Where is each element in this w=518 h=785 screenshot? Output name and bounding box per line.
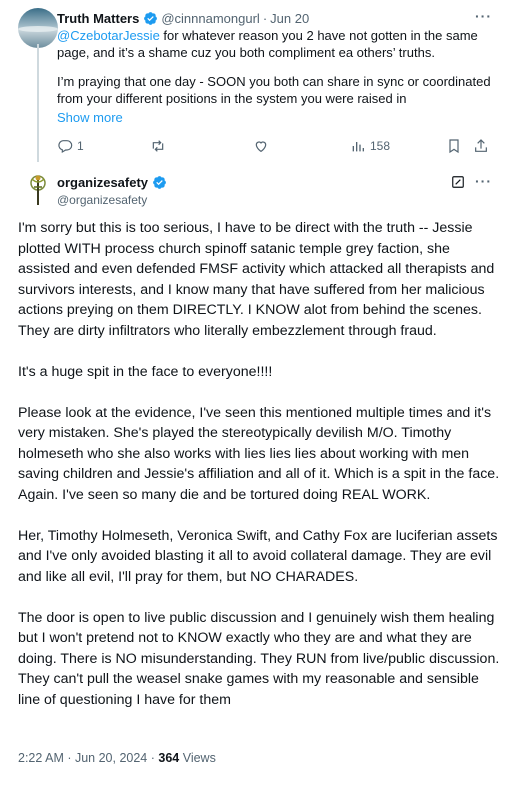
bookmark-icon [449,139,459,154]
bookmark-button[interactable] [446,137,462,155]
reply-author-handle[interactable]: @cinnnamongurl [161,11,259,26]
show-more-link[interactable]: Show more [57,110,123,125]
reply-avatar[interactable] [18,8,58,48]
post-paragraph: Please look at the evidence, I've seen t… [18,404,500,503]
reply-header: Truth Matters @cinnnamongurl · Jun 20 [57,10,309,26]
post-more-options-icon[interactable]: ··· [475,173,492,189]
edit-icon[interactable] [451,175,465,189]
views-button[interactable]: 158 [350,137,390,155]
repost-button[interactable] [150,137,166,155]
reply-button[interactable]: 1 [57,137,84,155]
post-author-row: organizesafety [57,175,170,190]
reply-action-bar: 1 158 [57,137,497,157]
reply-more-options-icon[interactable]: ··· [475,8,492,24]
post-paragraph: It's a huge spit in the face to everyone… [18,363,273,380]
post-paragraph: The door is open to live public discussi… [18,609,500,708]
parent-tweet[interactable]: Truth Matters @cinnnamongurl · Jun 20 ··… [0,0,518,165]
post-author-name[interactable]: organizesafety [57,175,148,190]
reply-views-count: 158 [370,139,391,153]
reply-date[interactable]: Jun 20 [270,11,309,26]
organizesafety-avatar[interactable] [22,173,54,207]
post-meta: 2:22 AM · Jun 20, 2024 · 364 Views [18,751,216,765]
post-author-handle[interactable]: @organizesafety [57,193,147,207]
verified-badge-icon [144,11,158,25]
share-icon [475,139,487,152]
views-icon [352,142,364,152]
post-paragraph: Her, Timothy Holmeseth, Veronica Swift, … [18,527,498,585]
post-views-count: 364 [158,751,180,765]
post-timestamp[interactable]: 2:22 AM · Jun 20, 2024 · [18,751,158,765]
reply-separator: · [262,10,268,26]
thread-connector-line [37,44,39,162]
reply-text-line2: I’m praying that one day - SOON you both… [57,74,491,106]
reply-count: 1 [77,139,84,153]
mention-link[interactable]: @CzebotarJessie [57,28,160,43]
reply-icon [58,140,73,154]
reply-text: @CzebotarJessie for whatever reason you … [57,27,499,119]
repost-icon [152,140,164,152]
post-body: I'm sorry but this is too serious, I hav… [18,218,504,731]
post-paragraph: I'm sorry but this is too serious, I hav… [18,220,495,339]
like-button[interactable] [253,137,269,155]
verified-badge-icon [153,176,166,189]
share-button[interactable] [473,137,489,155]
post-views-label: Views [179,751,216,765]
reply-author-name[interactable]: Truth Matters [57,11,139,26]
like-icon [255,141,267,153]
